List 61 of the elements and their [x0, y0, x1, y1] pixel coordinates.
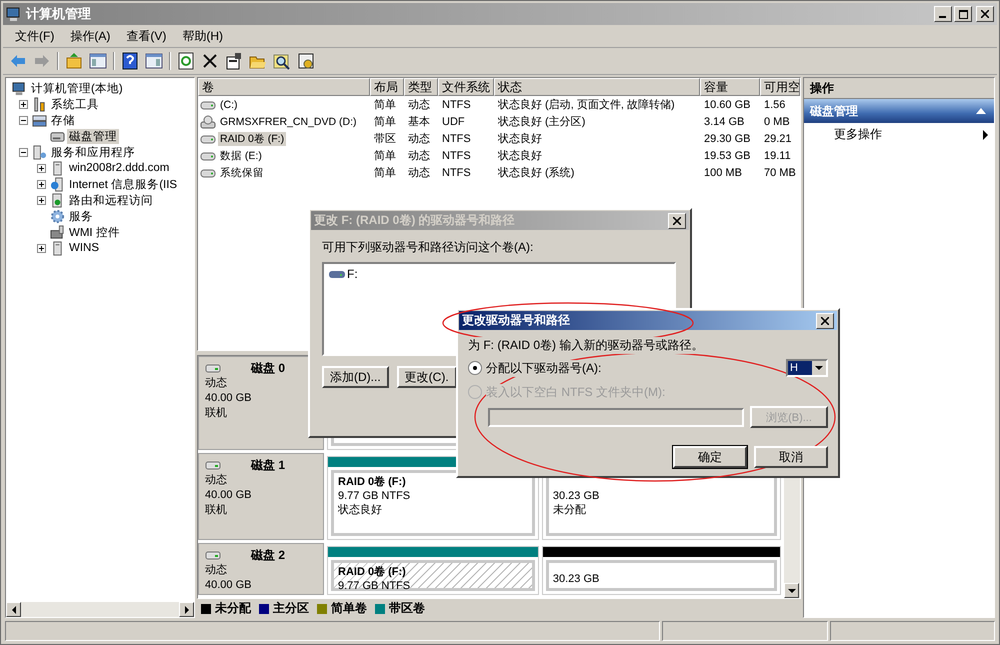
disk-size: 40.00 GB — [205, 578, 252, 593]
disk-status: 联机 — [205, 503, 227, 518]
table-cell-text: NTFS — [441, 132, 472, 144]
partition-detail: 9.77 GB NTFS — [338, 489, 410, 503]
table-cell-text: 简单 — [373, 149, 397, 163]
table-cell-text: 简单 — [373, 115, 397, 129]
table-cell-text: 29.30 GB — [703, 132, 752, 144]
dialog-prompt: 可用下列驱动器号和路径访问这个卷(A): — [322, 239, 534, 256]
partition-detail: 30.23 GB — [552, 489, 600, 503]
partition-status: 未分配 — [552, 503, 586, 517]
table-cell-text: 简单 — [373, 166, 397, 180]
option-label: 装入以下空白 NTFS 文件夹中(M): — [486, 384, 666, 400]
partition-detail: 9.77 GB NTFS — [338, 579, 410, 593]
disk-size: 40.00 GB — [205, 488, 252, 503]
table-cell-text: 状态良好 (启动, 页面文件, 故障转储) — [497, 98, 676, 112]
legend-label: 未分配 — [215, 600, 251, 617]
actions-header: 操作 — [804, 78, 994, 99]
table-cell-text: NTFS — [441, 150, 472, 162]
table-cell-text: 基本 — [407, 115, 431, 129]
partition-name: RAID 0卷 (F:) — [338, 475, 406, 489]
table-cell-text: 3.14 GB — [703, 116, 746, 128]
partition-status: 状态良好 — [338, 503, 382, 517]
disk-type: 动态 — [205, 473, 227, 488]
table-cell-text: 状态良好 — [497, 148, 543, 163]
dropdown-value: H — [788, 361, 812, 375]
table-cell-text: 带区 — [373, 132, 397, 146]
table-cell-text: 简单 — [373, 98, 397, 112]
disk-size: 40.00 GB — [205, 391, 252, 406]
table-cell-text: 状态良好 (主分区) — [497, 114, 586, 129]
dialog-title: 更改驱动器号和路径 — [462, 312, 570, 329]
option-label: 分配以下驱动器号(A): — [486, 360, 602, 376]
table-cell-text: 1.56 — [763, 98, 786, 110]
table-cell-text: 动态 — [407, 148, 431, 163]
table-cell-text: 70 MB — [763, 166, 797, 178]
table-cell-text: NTFS — [441, 166, 472, 178]
partition-name: RAID 0卷 (F:) — [338, 565, 406, 579]
table-cell-text: 10.60 GB — [703, 98, 752, 110]
section-title: 磁盘管理 — [810, 102, 858, 120]
table-cell-text: 19.53 GB — [703, 150, 752, 162]
table-cell-text: 100 MB — [703, 166, 743, 178]
table-cell-text: 动态 — [407, 166, 431, 180]
legend-label: 简单卷 — [331, 600, 367, 617]
disk-status: 联机 — [205, 406, 227, 421]
table-cell-text: 29.21 — [763, 132, 793, 144]
table-cell-text: 动态 — [407, 132, 431, 146]
disk-type: 动态 — [205, 563, 227, 578]
table-cell-text: 状态良好 (系统) — [497, 166, 576, 180]
partition-detail: 30.23 GB — [552, 572, 600, 586]
table-cell-text: UDF — [441, 116, 466, 128]
table-cell-text: 0 MB — [763, 116, 791, 128]
window-title: 计算机管理 — [26, 5, 91, 23]
disk-name: 磁盘 0 — [251, 361, 286, 376]
legend-label: 主分区 — [273, 600, 309, 617]
table-cell-text: 19.11 — [763, 150, 792, 162]
disk-name: 磁盘 1 — [251, 458, 286, 473]
legend-label: 带区卷 — [389, 600, 425, 617]
table-cell-text: NTFS — [441, 98, 472, 110]
disk-type: 动态 — [205, 376, 227, 391]
table-cell-text: 状态良好 — [497, 132, 543, 146]
table-cell-text: 动态 — [407, 98, 431, 112]
disk-name: 磁盘 2 — [251, 548, 286, 563]
